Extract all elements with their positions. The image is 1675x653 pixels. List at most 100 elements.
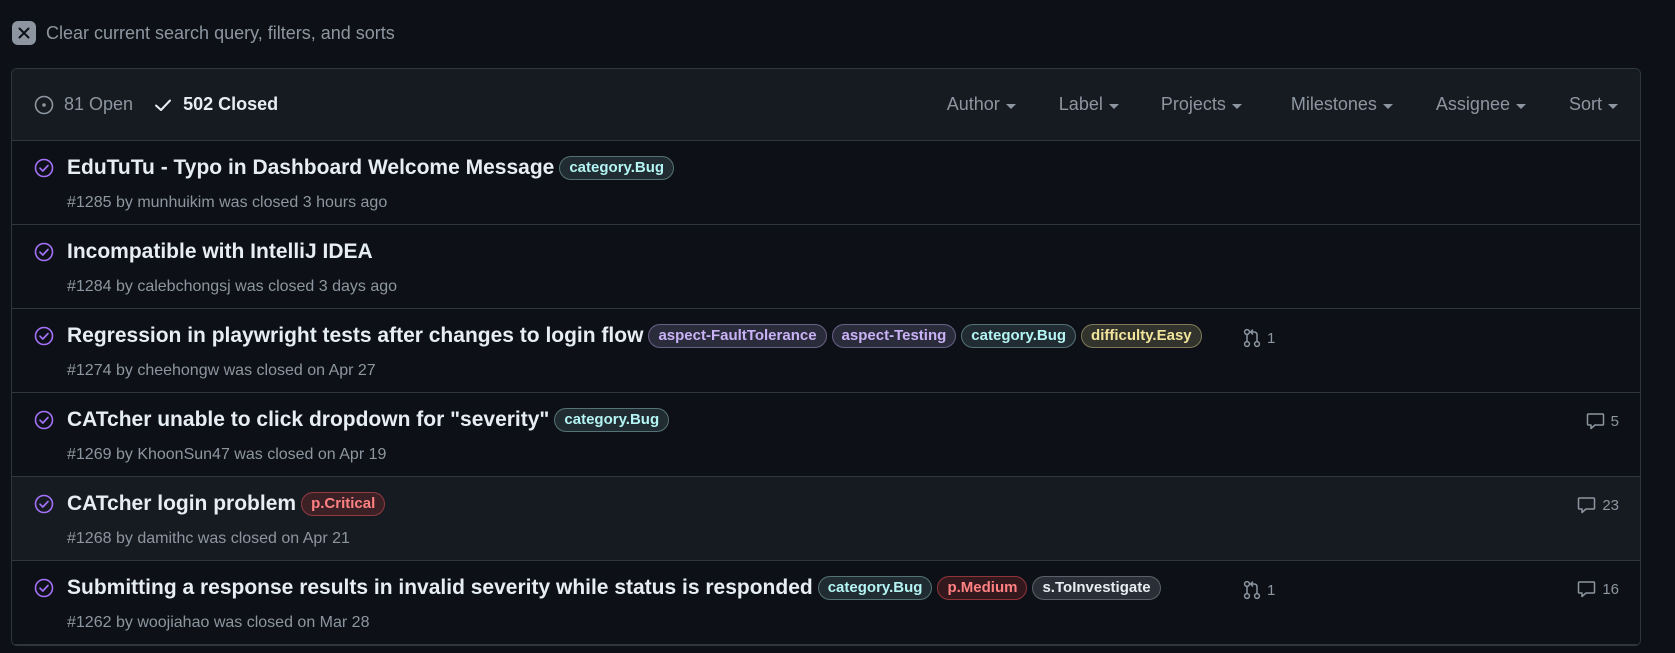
issue-row[interactable]: Regression in playwright tests after cha…	[12, 309, 1640, 393]
issue-closed-time: was closed on Apr 19	[234, 446, 387, 463]
issue-open-icon	[34, 95, 54, 114]
issue-by: by	[115, 278, 133, 295]
issue-label[interactable]: category.Bug	[554, 408, 670, 432]
issue-meta: #1285 by munhuikim was closed 3 hours ag…	[67, 194, 387, 212]
issue-label[interactable]: difficulty.Easy	[1081, 324, 1202, 348]
issue-title-line: Submitting a response results in invalid…	[67, 576, 1166, 600]
issue-title[interactable]: CATcher login problem	[67, 492, 296, 516]
issue-status	[34, 410, 54, 433]
closed-issues-tab[interactable]: 502 Closed	[153, 94, 278, 115]
chevron-down-icon	[1382, 103, 1393, 109]
comments-link[interactable]: 23	[1577, 496, 1619, 514]
issue-title[interactable]: EduTuTu - Typo in Dashboard Welcome Mess…	[67, 156, 554, 180]
issue-status	[34, 158, 54, 181]
comment-count[interactable]: 5	[1611, 413, 1619, 430]
issue-by: by	[115, 614, 133, 631]
linked-pr-count[interactable]: 1	[1267, 582, 1275, 599]
issue-author-link[interactable]: calebchongsj	[137, 278, 230, 295]
issue-row[interactable]: CATcher unable to click dropdown for "se…	[12, 393, 1640, 477]
issue-title[interactable]: Regression in playwright tests after cha…	[67, 324, 643, 348]
chevron-down-icon	[1515, 103, 1526, 109]
issue-title[interactable]: Submitting a response results in invalid…	[67, 576, 813, 600]
issue-label[interactable]: category.Bug	[559, 156, 675, 180]
comment-count[interactable]: 16	[1602, 581, 1619, 598]
issue-row[interactable]: Submitting a response results in invalid…	[12, 561, 1640, 645]
chevron-down-icon	[1608, 103, 1618, 109]
milestones-filter[interactable]: Milestones	[1291, 94, 1393, 115]
comments-link[interactable]: 16	[1577, 580, 1619, 598]
issue-closed-time: was closed 3 hours ago	[219, 194, 388, 211]
issue-author-link[interactable]: damithc	[137, 530, 193, 547]
linked-pr-count[interactable]: 1	[1267, 330, 1275, 347]
issue-label[interactable]: category.Bug	[961, 324, 1077, 348]
linked-pr-link[interactable]: 1	[1243, 328, 1275, 348]
comment-icon	[1578, 497, 1596, 514]
open-issues-label[interactable]: 81 Open	[64, 94, 133, 115]
issue-number: #1268	[67, 530, 112, 547]
issue-status	[34, 578, 54, 601]
closed-issues-label[interactable]: 502 Closed	[183, 94, 278, 115]
clear-filters-label[interactable]: Clear current search query, filters, and…	[46, 23, 395, 44]
issue-title-line: EduTuTu - Typo in Dashboard Welcome Mess…	[67, 156, 679, 180]
issue-number: #1262	[67, 614, 112, 631]
issue-closed-icon	[34, 578, 54, 598]
issue-title[interactable]: Incompatible with IntelliJ IDEA	[67, 240, 373, 264]
issue-status	[34, 326, 54, 349]
author-filter-label[interactable]: Author	[947, 94, 1000, 115]
issue-label[interactable]: s.ToInvestigate	[1032, 576, 1161, 600]
chevron-down-icon	[1005, 103, 1016, 109]
comment-count[interactable]: 23	[1602, 497, 1619, 514]
issue-closed-time: was closed on Mar 28	[213, 614, 370, 631]
open-issues-tab[interactable]: 81 Open	[34, 94, 133, 115]
issue-author-link[interactable]: KhoonSun47	[137, 446, 230, 463]
sort-filter[interactable]: Sort	[1569, 94, 1618, 115]
issue-author-link[interactable]: munhuikim	[137, 194, 214, 211]
issue-label[interactable]: aspect-Testing	[831, 324, 957, 348]
issue-by: by	[115, 194, 133, 211]
issue-label[interactable]: category.Bug	[817, 576, 933, 600]
projects-filter-label[interactable]: Projects	[1161, 94, 1226, 115]
issue-row[interactable]: EduTuTu - Typo in Dashboard Welcome Mess…	[12, 141, 1640, 225]
issue-row[interactable]: CATcher login problem p.Critical #1268 by …	[12, 477, 1640, 561]
issue-closed-icon	[34, 158, 54, 178]
issue-status	[34, 494, 54, 517]
issue-closed-time: was closed on Apr 21	[197, 530, 350, 547]
milestones-filter-label[interactable]: Milestones	[1291, 94, 1377, 115]
issue-row[interactable]: Incompatible with IntelliJ IDEA #1284 by …	[12, 225, 1640, 309]
pull-request-icon	[1243, 328, 1261, 348]
issue-title-line: CATcher login problem p.Critical	[67, 492, 390, 516]
issue-title[interactable]: CATcher unable to click dropdown for "se…	[67, 408, 549, 432]
clear-filters-button[interactable]: Clear current search query, filters, and…	[12, 20, 395, 46]
comments-link[interactable]: 5	[1586, 412, 1619, 430]
label-filter[interactable]: Label	[1059, 94, 1119, 115]
assignee-filter[interactable]: Assignee	[1436, 94, 1526, 115]
sort-filter-label[interactable]: Sort	[1569, 94, 1602, 115]
issue-author-link[interactable]: woojiahao	[137, 614, 209, 631]
issue-label[interactable]: aspect-FaultTolerance	[648, 324, 827, 348]
issue-status	[34, 242, 54, 265]
label-filter-label[interactable]: Label	[1059, 94, 1103, 115]
issue-closed-icon	[34, 242, 54, 262]
issue-by: by	[115, 530, 133, 547]
linked-pr-link[interactable]: 1	[1243, 580, 1275, 600]
check-icon	[155, 99, 172, 111]
issues-list: 81 Open 502 Closed Author Label Projects…	[11, 68, 1641, 646]
issue-author-link[interactable]: cheehongw	[137, 362, 219, 379]
issue-meta: #1262 by woojiahao was closed on Mar 28	[67, 614, 369, 632]
issue-meta: #1268 by damithc was closed on Apr 21	[67, 530, 350, 548]
chevron-down-icon	[1108, 103, 1119, 109]
chevron-down-icon	[1231, 103, 1242, 109]
issue-label[interactable]: p.Critical	[301, 492, 386, 516]
issue-by: by	[115, 362, 133, 379]
issue-label[interactable]: p.Medium	[937, 576, 1028, 600]
assignee-filter-label[interactable]: Assignee	[1436, 94, 1510, 115]
issue-by: by	[115, 446, 133, 463]
issue-title-line: Regression in playwright tests after cha…	[67, 324, 1207, 348]
close-icon[interactable]	[12, 21, 36, 45]
projects-filter[interactable]: Projects	[1161, 94, 1242, 115]
issue-closed-time: was closed 3 days ago	[235, 278, 398, 295]
comment-icon	[1578, 581, 1596, 598]
issue-number: #1285	[67, 194, 112, 211]
issue-closed-time: was closed on Apr 27	[223, 362, 376, 379]
author-filter[interactable]: Author	[947, 94, 1016, 115]
